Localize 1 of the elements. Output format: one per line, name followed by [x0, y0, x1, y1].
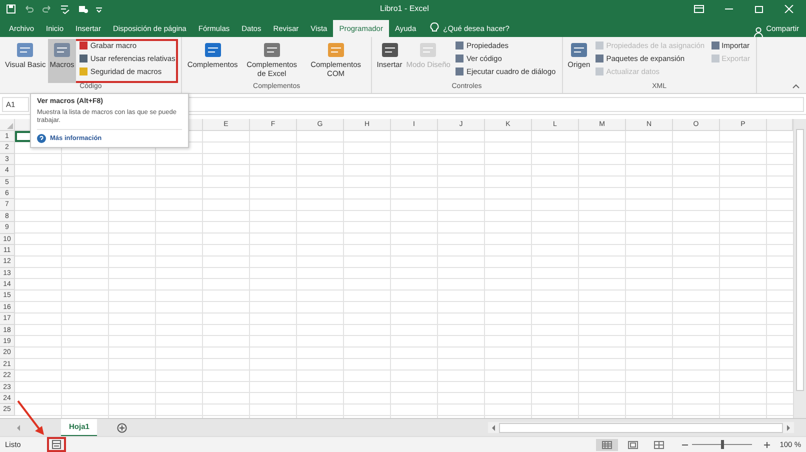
window-title: Libro1 - Excel — [380, 4, 429, 13]
